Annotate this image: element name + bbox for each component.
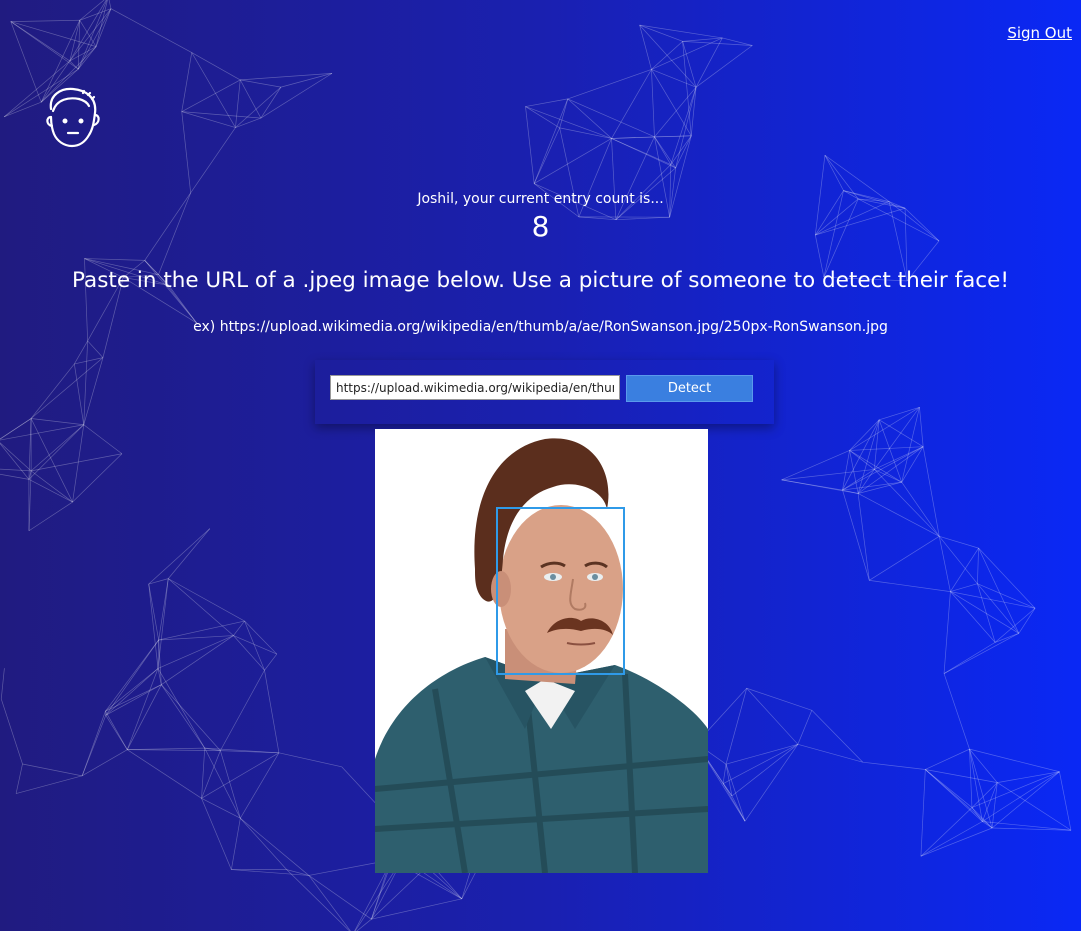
entry-count-value: 8 (531, 210, 550, 243)
face-bounding-box (496, 507, 625, 675)
entry-count-label: Joshil, your current entry count is... (417, 191, 664, 207)
detected-image (375, 429, 708, 873)
example-url-text: ex) https://upload.wikimedia.org/wikiped… (193, 319, 888, 335)
face-logo-icon (43, 85, 101, 149)
image-url-input[interactable] (330, 375, 620, 400)
detect-button[interactable]: Detect (626, 375, 753, 402)
instructions-headline: Paste in the URL of a .jpeg image below.… (72, 268, 1009, 293)
sign-out-link[interactable]: Sign Out (1007, 24, 1072, 42)
